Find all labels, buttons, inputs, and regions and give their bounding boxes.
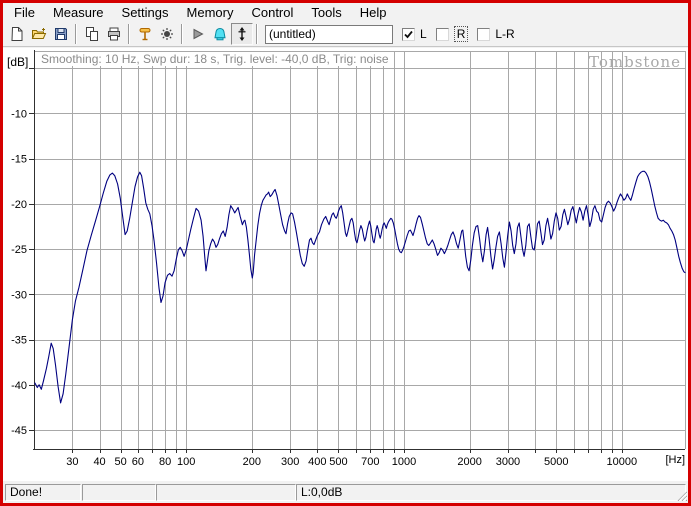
microphone-button[interactable] bbox=[134, 23, 156, 45]
toolbar-separator bbox=[181, 24, 183, 44]
x-tick-label: 400 bbox=[308, 456, 326, 468]
x-tick-label: 10000 bbox=[607, 456, 638, 468]
record-icon bbox=[159, 26, 175, 42]
copy-button[interactable] bbox=[81, 23, 103, 45]
title-field[interactable] bbox=[265, 25, 393, 44]
x-tick-label: 80 bbox=[159, 456, 171, 468]
menu-memory[interactable]: Memory bbox=[178, 4, 243, 22]
y-tick-label: -35 bbox=[11, 335, 27, 347]
level-meter-button[interactable] bbox=[231, 23, 253, 45]
app-window: File Measure Settings Memory Control Too… bbox=[0, 0, 691, 506]
right-channel-checkbox[interactable]: R bbox=[436, 26, 469, 42]
checkbox-label: L bbox=[420, 27, 427, 41]
record-button[interactable] bbox=[156, 23, 178, 45]
status-bar: Done! L:0,0dB bbox=[3, 481, 688, 503]
status-panel-2 bbox=[82, 484, 156, 501]
y-tick-label: -45 bbox=[11, 425, 27, 437]
x-tick-label: 300 bbox=[281, 456, 299, 468]
copy-icon bbox=[84, 26, 100, 42]
check-icon bbox=[403, 29, 414, 40]
frequency-response-chart[interactable]: 30 40 50 60 80 100 200 300 400500 700 1000 2000 3000… bbox=[3, 48, 688, 481]
generator-speaker-icon bbox=[212, 26, 228, 42]
x-tick-label: 700 bbox=[361, 456, 379, 468]
y-tick-label: -20 bbox=[11, 199, 27, 211]
open-file-button[interactable] bbox=[28, 23, 50, 45]
print-icon bbox=[106, 26, 122, 42]
play-button[interactable] bbox=[187, 23, 209, 45]
chart-canvas: 30 40 50 60 80 100 200 300 400500 700 1000 2000 3000… bbox=[3, 48, 688, 481]
new-document-button[interactable] bbox=[6, 23, 28, 45]
play-icon bbox=[190, 26, 206, 42]
toolbar-divider bbox=[3, 46, 688, 47]
menu-control[interactable]: Control bbox=[242, 4, 302, 22]
measurement-settings-text: Smoothing: 10 Hz, Swp dur: 18 s, Trig. l… bbox=[39, 52, 393, 66]
save-button[interactable] bbox=[50, 23, 72, 45]
x-tick-label: 5000 bbox=[544, 456, 568, 468]
x-tick-label: 60 bbox=[132, 456, 144, 468]
x-axis-unit-label: [Hz] bbox=[665, 454, 685, 466]
generator-button[interactable] bbox=[209, 23, 231, 45]
toolbar-separator bbox=[128, 24, 130, 44]
level-meter-arrow-icon bbox=[234, 26, 250, 42]
menu-measure[interactable]: Measure bbox=[44, 4, 113, 22]
x-tick-label: 500 bbox=[329, 456, 347, 468]
y-tick-label: -15 bbox=[11, 154, 27, 166]
toolbar-separator bbox=[75, 24, 77, 44]
toolbar: L R L-R bbox=[3, 22, 688, 46]
x-tick-label: 200 bbox=[243, 456, 261, 468]
menu-tools[interactable]: Tools bbox=[302, 4, 350, 22]
x-tick-label: 30 bbox=[66, 456, 78, 468]
resize-grip[interactable] bbox=[676, 490, 687, 501]
x-tick-label: 1000 bbox=[392, 456, 416, 468]
menu-settings[interactable]: Settings bbox=[113, 4, 178, 22]
menu-help[interactable]: Help bbox=[351, 4, 396, 22]
print-button[interactable] bbox=[103, 23, 125, 45]
y-tick-label: -25 bbox=[11, 244, 27, 256]
watermark-text: Tombstone bbox=[589, 53, 681, 71]
menu-file[interactable]: File bbox=[5, 4, 44, 22]
status-message: Done! bbox=[5, 484, 81, 501]
x-tick-label: 2000 bbox=[457, 456, 481, 468]
microphone-icon bbox=[137, 26, 153, 42]
x-tick-label: 40 bbox=[93, 456, 105, 468]
status-cursor-readout: L:0,0dB bbox=[296, 484, 686, 501]
new-document-icon bbox=[9, 26, 25, 42]
left-channel-checkbox[interactable]: L bbox=[402, 27, 427, 41]
x-tick-label: 3000 bbox=[496, 456, 520, 468]
checkbox-label: L-R bbox=[495, 27, 514, 41]
menu-bar: File Measure Settings Memory Control Too… bbox=[3, 3, 688, 22]
x-tick-label: 100 bbox=[177, 456, 195, 468]
difference-channel-checkbox[interactable]: L-R bbox=[477, 27, 514, 41]
y-tick-label: -40 bbox=[11, 380, 27, 392]
x-tick-label: 50 bbox=[115, 456, 127, 468]
y-axis-unit-label: [dB] bbox=[7, 55, 28, 69]
y-tick-label: -30 bbox=[11, 289, 27, 301]
save-floppy-icon bbox=[53, 26, 69, 42]
checkbox-box bbox=[436, 28, 449, 41]
y-tick-label: -10 bbox=[11, 108, 27, 120]
checkbox-box bbox=[477, 28, 490, 41]
checkbox-checked-box bbox=[402, 28, 415, 41]
status-panel-3 bbox=[156, 484, 296, 501]
toolbar-separator bbox=[256, 24, 258, 44]
open-folder-icon bbox=[31, 26, 47, 42]
response-curve-L bbox=[35, 171, 685, 403]
checkbox-label-focused: R bbox=[454, 26, 469, 42]
